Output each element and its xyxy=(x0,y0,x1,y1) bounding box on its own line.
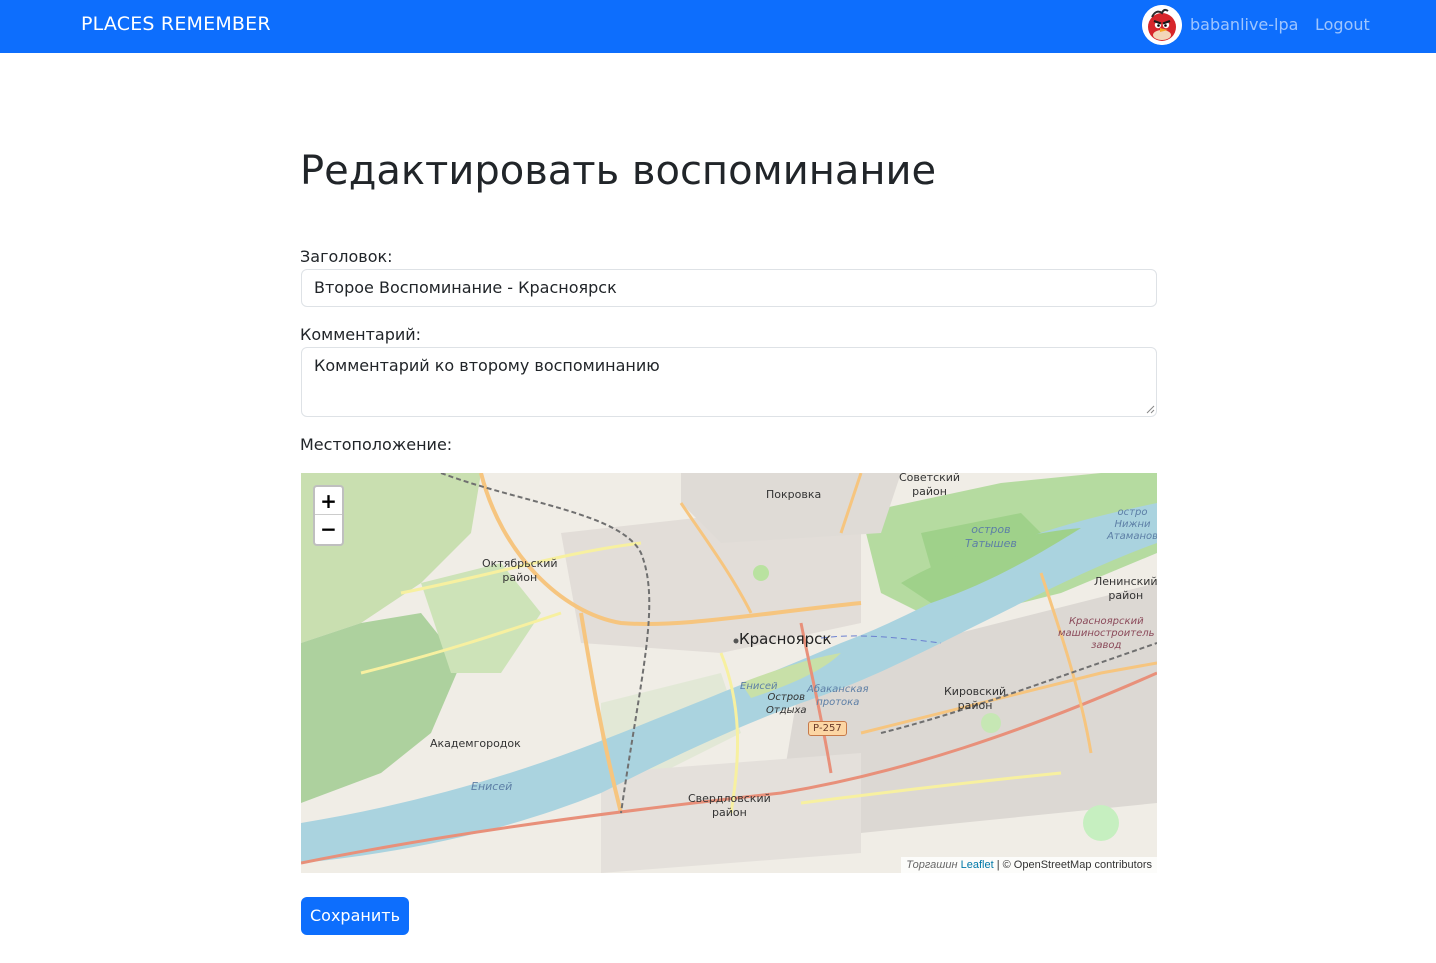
location-label: Местоположение: xyxy=(300,435,453,454)
map-attribution: Торгашин Leaflet | © OpenStreetMap contr… xyxy=(901,857,1157,873)
map-label-sverdlovsky: Свердловский район xyxy=(688,792,771,819)
zoom-control: + − xyxy=(313,485,344,546)
title-label: Заголовок: xyxy=(300,247,393,266)
map-label-kmz: Красноярский машиностроитель завод xyxy=(1058,616,1155,651)
map-label-akademgorodok: Академгородок xyxy=(430,737,521,750)
logout-link[interactable]: Logout xyxy=(1315,15,1370,34)
map-label-oktyabrsky: Октябрьский район xyxy=(482,557,558,584)
osm-attribution-text: | © OpenStreetMap contributors xyxy=(993,859,1152,871)
city-marker-icon xyxy=(733,638,739,644)
map-label-pokrovka: Покровка xyxy=(766,488,822,501)
zoom-out-button[interactable]: − xyxy=(315,515,342,543)
navbar: PLACES REMEMBER babanlive-lpa Logout xyxy=(0,0,1436,53)
page-title: Редактировать воспоминание xyxy=(300,148,937,194)
comment-label: Комментарий: xyxy=(300,325,422,344)
map-label-enisei-2: Енисей xyxy=(471,780,513,793)
username-link[interactable]: babanlive-lpa xyxy=(1190,15,1298,34)
leaflet-link[interactable]: Leaflet xyxy=(961,859,994,871)
save-button[interactable]: Сохранить xyxy=(301,897,409,935)
attribution-place: Торгашин xyxy=(906,859,958,871)
comment-textarea[interactable]: Комментарий ко второму воспоминанию xyxy=(301,347,1157,417)
map-label-ostrov-nizhny: остро Нижни Атаманов xyxy=(1107,507,1157,542)
zoom-in-button[interactable]: + xyxy=(315,487,342,515)
route-shield-r257: Р-257 xyxy=(808,721,847,736)
map-label-kirovsky: Кировский район xyxy=(944,685,1007,712)
map-label-ostrov-tatyshev: остров Татышев xyxy=(965,523,1017,550)
angry-bird-avatar-icon xyxy=(1142,5,1182,45)
map-label-sovetsky: Советский район xyxy=(899,473,961,498)
map-label-leninsky: Ленинский район xyxy=(1094,575,1157,602)
map-label-ostrov-otdykha: Остров Отдыха xyxy=(766,692,807,716)
map-label-abakanskaya: Абаканская протока xyxy=(807,684,869,708)
user-avatar[interactable] xyxy=(1142,5,1182,45)
location-map[interactable]: + − Советский район Покровка остров Татыше… xyxy=(301,473,1157,873)
brand-link[interactable]: PLACES REMEMBER xyxy=(81,13,271,35)
map-label-krasnoyarsk: Красноярск xyxy=(739,630,832,648)
resize-grip-icon[interactable] xyxy=(1146,405,1155,414)
title-input[interactable]: Второе Воспоминание - Красноярск xyxy=(301,269,1157,307)
